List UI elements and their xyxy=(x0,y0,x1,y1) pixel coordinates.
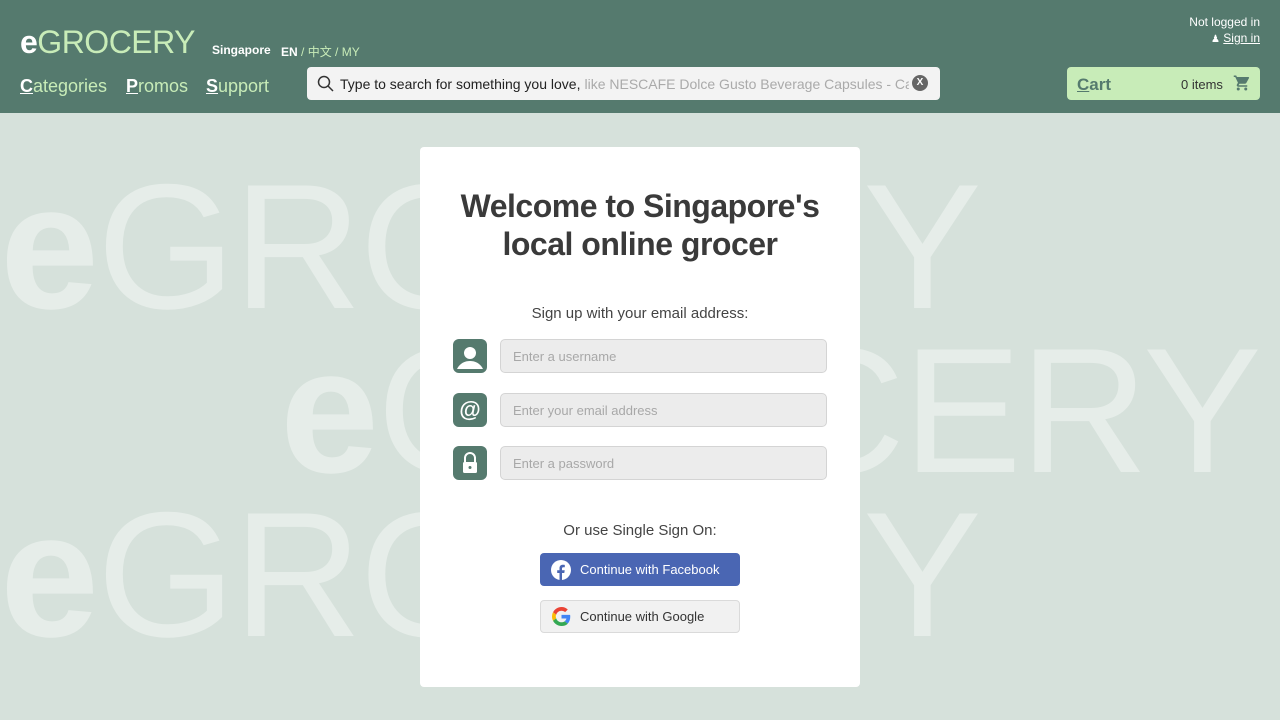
signup-prompt: Sign up with your email address: xyxy=(531,305,749,322)
cart-count: 0 items xyxy=(1181,77,1223,92)
user-icon: ♟ xyxy=(1210,34,1220,45)
account-status: Not logged in ♟ Sign in xyxy=(1189,14,1260,48)
cart-button[interactable]: Cart 0 items xyxy=(1067,67,1260,100)
sso-prompt: Or use Single Sign On: xyxy=(563,522,717,539)
clear-search-button[interactable]: X xyxy=(912,75,928,91)
google-login-button[interactable]: Continue with Google xyxy=(540,600,740,633)
lang-en[interactable]: EN xyxy=(281,45,298,59)
header: eGROCERY Singapore EN / 中文 / MY Categori… xyxy=(0,0,1280,113)
username-row xyxy=(453,339,827,373)
password-row xyxy=(453,446,827,480)
lang-zh[interactable]: 中文 xyxy=(308,45,332,59)
page-title: Welcome to Singapore's local online groce… xyxy=(460,188,820,262)
username-field[interactable] xyxy=(500,339,827,373)
lang-my[interactable]: MY xyxy=(342,45,360,59)
at-sign-icon: @ xyxy=(453,393,487,427)
search-input[interactable]: Type to search for something you love, l… xyxy=(307,67,940,100)
sign-in-link[interactable]: Sign in xyxy=(1223,31,1260,45)
lock-icon xyxy=(453,446,487,480)
search-icon xyxy=(317,75,334,92)
cart-icon xyxy=(1233,75,1250,91)
nav-support[interactable]: Support xyxy=(206,76,269,97)
login-status: Not logged in xyxy=(1189,15,1260,29)
user-icon xyxy=(453,339,487,373)
logo[interactable]: eGROCERY xyxy=(20,26,196,58)
email-field[interactable] xyxy=(500,393,827,427)
language-switcher: EN / 中文 / MY xyxy=(281,45,360,59)
region-label: Singapore xyxy=(212,43,271,57)
email-row: @ xyxy=(453,393,827,427)
search-text: Type to search for something you love, xyxy=(340,75,581,92)
signup-card: Welcome to Singapore's local online groce… xyxy=(420,147,860,687)
cart-label: Cart xyxy=(1077,75,1112,94)
facebook-login-button[interactable]: Continue with Facebook xyxy=(540,553,740,586)
facebook-icon xyxy=(551,559,571,580)
nav-promos[interactable]: Promos xyxy=(126,76,188,97)
search-hint: like NESCAFE Dolce Gusto Beverage Capsul… xyxy=(584,75,910,92)
password-field[interactable] xyxy=(500,446,827,480)
nav-categories[interactable]: Categories xyxy=(20,76,107,97)
google-icon xyxy=(552,607,571,626)
